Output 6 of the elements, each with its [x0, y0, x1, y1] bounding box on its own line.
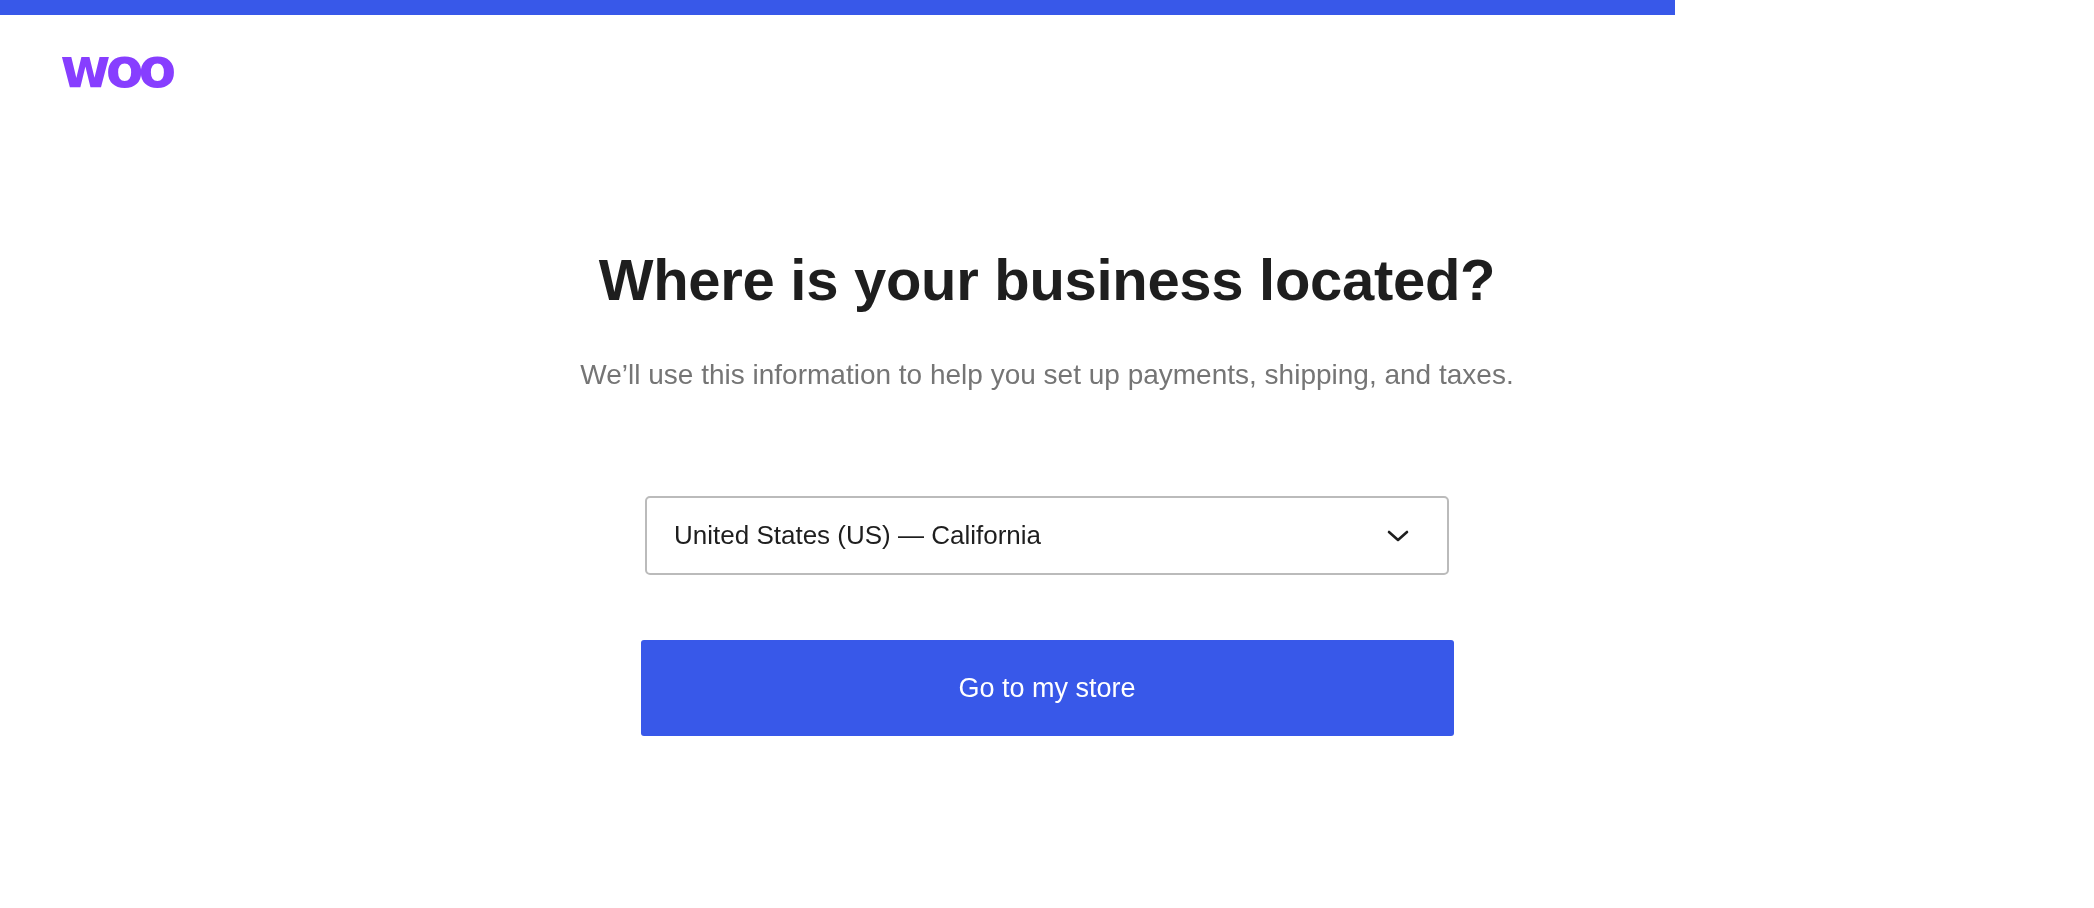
chevron-down-icon	[1387, 529, 1409, 542]
location-select[interactable]: United States (US) — California	[645, 496, 1449, 575]
go-to-store-button[interactable]: Go to my store	[640, 640, 1454, 736]
page-heading: Where is your business located?	[598, 246, 1496, 314]
page-subtitle: We’ll use this information to help you set up payments, shipping, and taxes.	[580, 358, 1514, 392]
woo-logo[interactable]: woo	[60, 41, 172, 96]
